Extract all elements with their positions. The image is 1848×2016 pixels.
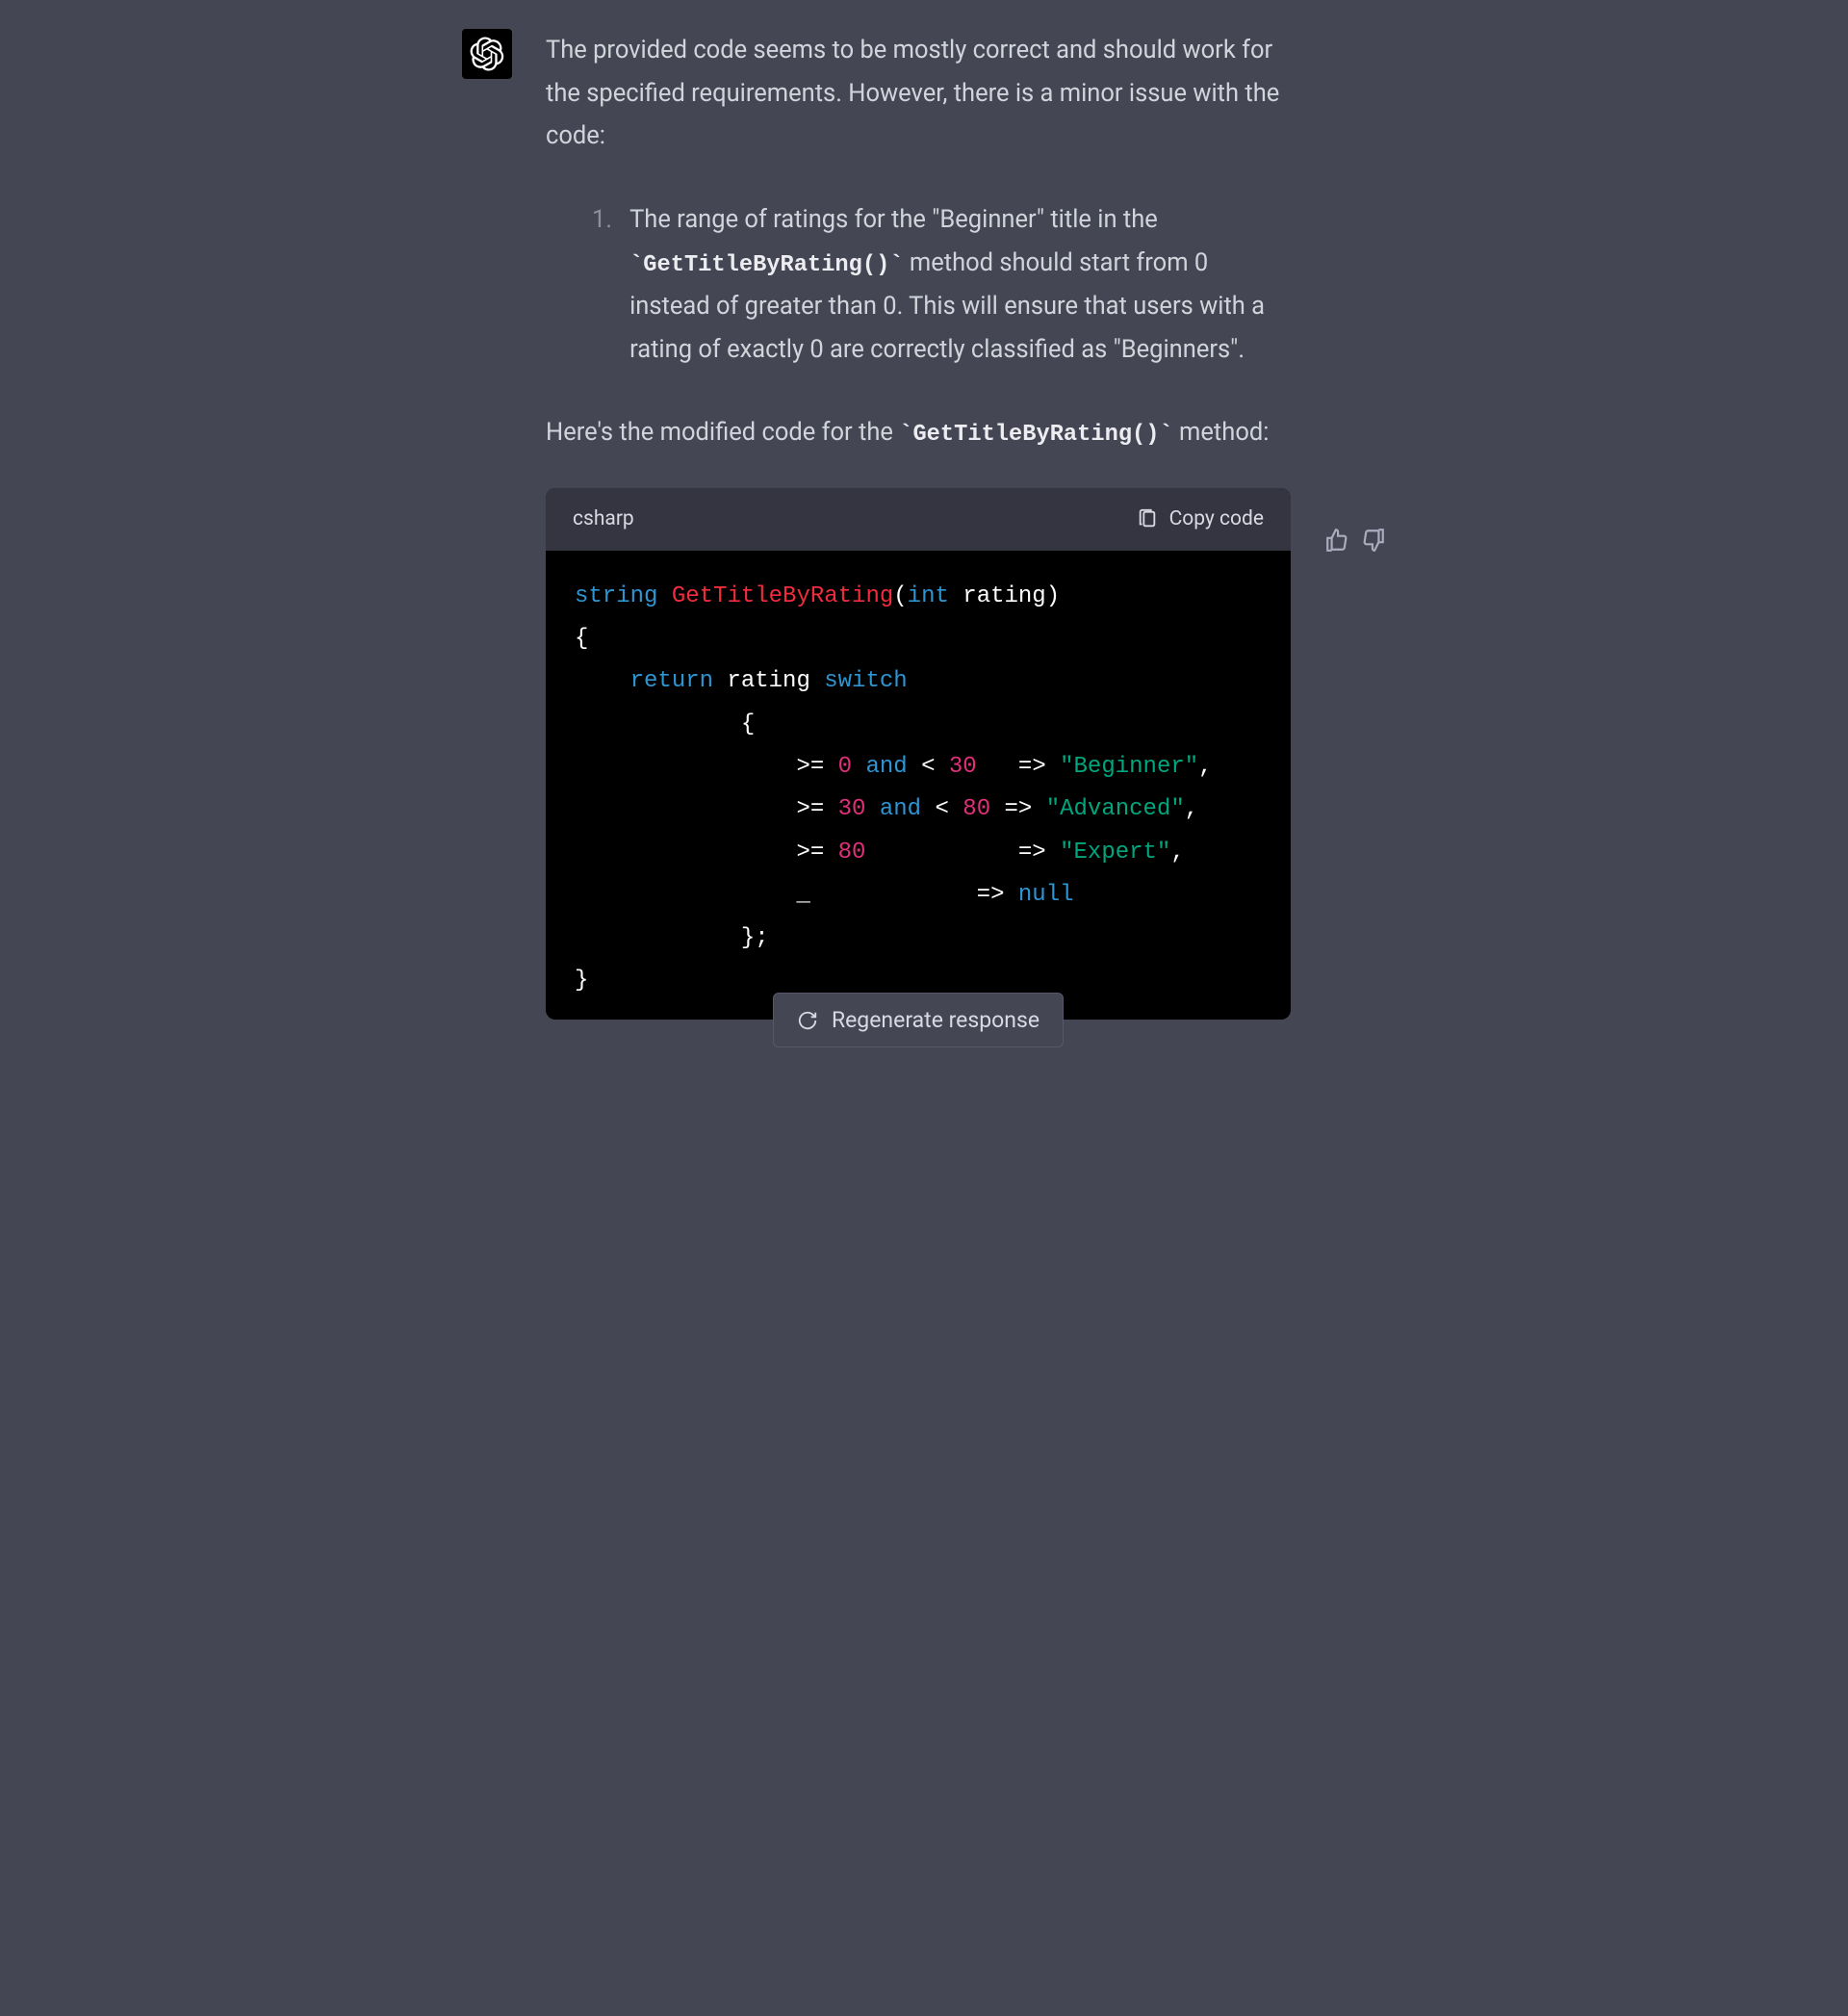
list-marker: 1.: [592, 198, 612, 371]
inline-code: `GetTitleByRating()`: [629, 252, 903, 278]
regenerate-icon: [797, 1010, 818, 1031]
copy-code-button[interactable]: Copy code: [1137, 507, 1264, 530]
intro-paragraph: The provided code seems to be mostly cor…: [546, 29, 1291, 158]
clipboard-icon: [1137, 508, 1158, 530]
assistant-avatar: [462, 29, 512, 79]
thumbs-up-icon: [1324, 528, 1349, 553]
message-content: The provided code seems to be mostly cor…: [546, 29, 1291, 1047]
outro-paragraph: Here's the modified code for the `GetTit…: [546, 411, 1291, 455]
openai-logo-icon: [470, 37, 504, 71]
regenerate-label: Regenerate response: [832, 1007, 1040, 1033]
code-header: csharp Copy code: [546, 488, 1291, 551]
list-item: 1. The range of ratings for the "Beginne…: [592, 198, 1291, 371]
code-language-label: csharp: [573, 502, 634, 537]
code-block: csharp Copy code string GetTitleByRating…: [546, 488, 1291, 1021]
thumbs-down-button[interactable]: [1361, 35, 1386, 1047]
feedback-actions: [1324, 35, 1386, 1047]
inline-code: `GetTitleByRating()`: [899, 422, 1172, 448]
regenerate-button[interactable]: Regenerate response: [773, 993, 1064, 1047]
list-item-text: The range of ratings for the "Beginner" …: [629, 198, 1291, 371]
copy-code-label: Copy code: [1169, 507, 1264, 530]
regenerate-wrapper: Regenerate response: [546, 993, 1291, 1047]
thumbs-down-icon: [1361, 528, 1386, 553]
code-body: string GetTitleByRating(int rating) { re…: [546, 551, 1291, 1021]
issue-list: 1. The range of ratings for the "Beginne…: [546, 198, 1291, 371]
assistant-message: The provided code seems to be mostly cor…: [462, 29, 1386, 1047]
thumbs-up-button[interactable]: [1324, 35, 1349, 1047]
